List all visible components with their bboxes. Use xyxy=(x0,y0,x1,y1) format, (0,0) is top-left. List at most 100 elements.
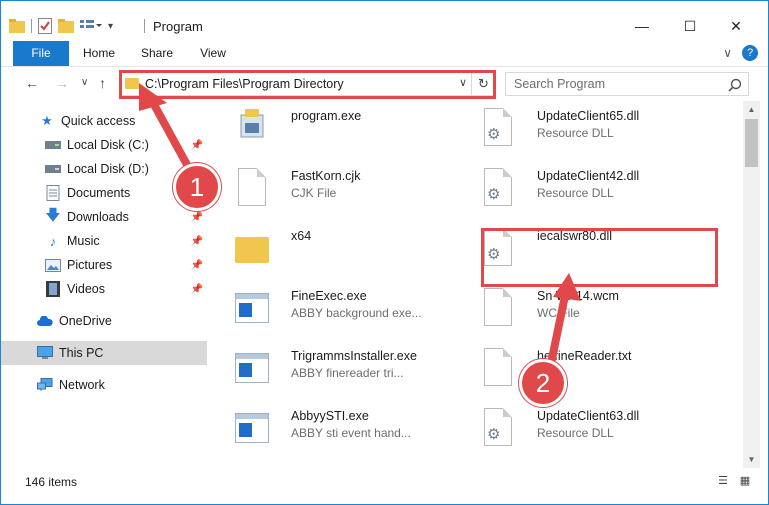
folder-icon xyxy=(125,78,139,89)
sidebar-item-videos[interactable]: Videos 📌 xyxy=(1,277,207,301)
address-bar[interactable]: C:\Program Files\Program Directory ∨ ↻ xyxy=(120,72,496,96)
file-name: FineExec.exe xyxy=(291,289,367,303)
search-placeholder: Search Program xyxy=(514,77,606,91)
file-name: UpdateClient63.dll xyxy=(537,409,640,423)
videos-icon xyxy=(45,281,61,297)
file-item[interactable]: ⚙ UpdateClient65.dll Resource DLL xyxy=(455,101,685,157)
sidebar-item-label: This PC xyxy=(59,346,104,360)
pin-icon: 📌 xyxy=(190,139,203,151)
sidebar-item-network[interactable]: Network xyxy=(1,373,207,397)
file-name: TrigrammsInstaller.exe xyxy=(291,349,417,363)
dll-icon: ⚙ xyxy=(481,165,515,209)
file-name: FastKorn.cjk xyxy=(291,169,361,183)
search-icon[interactable] xyxy=(728,78,742,92)
large-icons-view-icon[interactable]: ▦ xyxy=(737,474,753,488)
title-bar: ▾ Program — ☐ ✕ xyxy=(1,1,768,41)
exe-icon xyxy=(235,405,269,449)
sidebar-item-this-pc[interactable]: This PC xyxy=(1,341,207,365)
vertical-scrollbar[interactable]: ▲ ▼ xyxy=(743,101,760,468)
properties-icon[interactable] xyxy=(38,18,52,34)
new-folder-icon[interactable] xyxy=(58,19,74,33)
file-item[interactable]: AbbyySTI.exe ABBY sti event hand... xyxy=(209,401,439,457)
close-button[interactable]: ✕ xyxy=(713,11,759,41)
file-name: program.exe xyxy=(291,109,362,123)
scroll-down-icon[interactable]: ▼ xyxy=(743,451,760,468)
drive-icon xyxy=(45,137,61,153)
customize-icon[interactable] xyxy=(80,19,102,33)
pin-icon: 📌 xyxy=(190,259,203,271)
sidebar-item-label: Pictures xyxy=(67,258,113,272)
sidebar-item-downloads[interactable]: 🡇 Downloads 📌 xyxy=(1,205,207,229)
file-name: Sn WP14.wcm xyxy=(537,289,619,303)
scroll-thumb[interactable] xyxy=(745,119,758,167)
sidebar-item-music[interactable]: ♪ Music 📌 xyxy=(1,229,207,253)
network-icon xyxy=(37,377,53,393)
back-button[interactable]: ← xyxy=(25,75,39,91)
file-name: x64 xyxy=(291,229,312,243)
sidebar-item-quick-access[interactable]: ★ Quick access xyxy=(1,109,207,133)
quick-access-toolbar: ▾ xyxy=(9,16,113,36)
chevron-down-icon[interactable]: ▾ xyxy=(108,21,113,32)
sidebar-item-onedrive[interactable]: OneDrive xyxy=(1,309,207,333)
sidebar-item-label: Local Disk (C:) xyxy=(67,138,149,152)
sidebar-item-label: Quick access xyxy=(61,114,136,128)
dll-icon: ⚙ xyxy=(481,225,515,269)
computer-icon xyxy=(37,345,53,361)
file-name: iecalswr80.dll xyxy=(537,229,613,243)
address-dropdown-icon[interactable]: ∨ xyxy=(459,76,467,89)
refresh-button[interactable]: ↻ xyxy=(471,73,495,95)
file-item[interactable]: Sn WP14.wcm WC File xyxy=(455,281,685,337)
file-name: UpdateClient42.dll xyxy=(537,169,640,183)
search-input[interactable]: Search Program xyxy=(505,72,749,96)
navigation-pane: ★ Quick access Local Disk (C:) 📌 Local D… xyxy=(1,101,209,468)
step-2-badge: 2 xyxy=(519,359,567,407)
file-item[interactable]: ⚙ UpdateClient42.dll Resource DLL xyxy=(455,161,685,217)
help-icon[interactable]: ? xyxy=(742,45,758,61)
file-item[interactable]: FineExec.exe ABBY background exe... xyxy=(209,281,439,337)
exe-icon xyxy=(235,285,269,329)
details-view-icon[interactable]: ☰ xyxy=(715,474,731,488)
sidebar-item-label: Downloads xyxy=(67,210,129,224)
file-item-target[interactable]: ⚙ iecalswr80.dll xyxy=(455,221,685,277)
sidebar-item-label: Network xyxy=(59,378,105,392)
drive-icon xyxy=(45,161,61,177)
cloud-icon xyxy=(37,313,53,329)
sidebar-item-label: OneDrive xyxy=(59,314,112,328)
file-item[interactable]: program.exe xyxy=(209,101,439,157)
file-item[interactable]: x64 xyxy=(209,221,439,277)
pin-icon: 📌 xyxy=(190,235,203,247)
file-item[interactable]: FastKorn.cjk CJK File xyxy=(209,161,439,217)
scroll-up-icon[interactable]: ▲ xyxy=(743,101,760,118)
up-button[interactable]: ↑ xyxy=(99,75,106,91)
minimize-button[interactable]: — xyxy=(619,11,665,41)
tab-home[interactable]: Home xyxy=(73,41,125,66)
tab-share[interactable]: Share xyxy=(131,41,183,66)
file-item[interactable]: he fineReader.txt ile xyxy=(455,341,685,397)
forward-button[interactable]: → xyxy=(55,75,69,91)
file-description: ABBY sti event hand... xyxy=(291,426,411,440)
file-description: CJK File xyxy=(291,186,337,200)
maximize-button[interactable]: ☐ xyxy=(667,11,713,41)
navigation-bar: ← → ∨ ↑ C:\Program Files\Program Directo… xyxy=(1,66,768,100)
file-description: Resource DLL xyxy=(537,426,614,440)
folder-icon xyxy=(235,225,269,269)
file-description: ABBY finereader tri... xyxy=(291,366,404,380)
document-icon xyxy=(481,285,515,329)
pin-icon: 📌 xyxy=(190,283,203,295)
sidebar-item-local-disk-c[interactable]: Local Disk (C:) 📌 xyxy=(1,133,207,157)
tab-view[interactable]: View xyxy=(187,41,239,66)
file-item[interactable]: TrigrammsInstaller.exe ABBY finereader t… xyxy=(209,341,439,397)
window-title: Program xyxy=(153,19,203,34)
address-path[interactable]: C:\Program Files\Program Directory xyxy=(145,77,344,91)
file-item[interactable]: ⚙ UpdateClient63.dll Resource DLL xyxy=(455,401,685,457)
recent-locations-button[interactable]: ∨ xyxy=(81,77,88,88)
tab-file[interactable]: File xyxy=(13,41,69,66)
sidebar-item-pictures[interactable]: Pictures 📌 xyxy=(1,253,207,277)
installer-icon xyxy=(235,105,269,149)
folder-icon[interactable] xyxy=(9,19,25,33)
expand-ribbon-icon[interactable]: ∨ xyxy=(723,46,732,60)
file-description: ABBY background exe... xyxy=(291,306,422,320)
star-icon: ★ xyxy=(41,113,53,128)
documents-icon xyxy=(45,185,61,201)
file-explorer-window: ▾ Program — ☐ ✕ File Home Share View ∨ ?… xyxy=(0,0,769,505)
